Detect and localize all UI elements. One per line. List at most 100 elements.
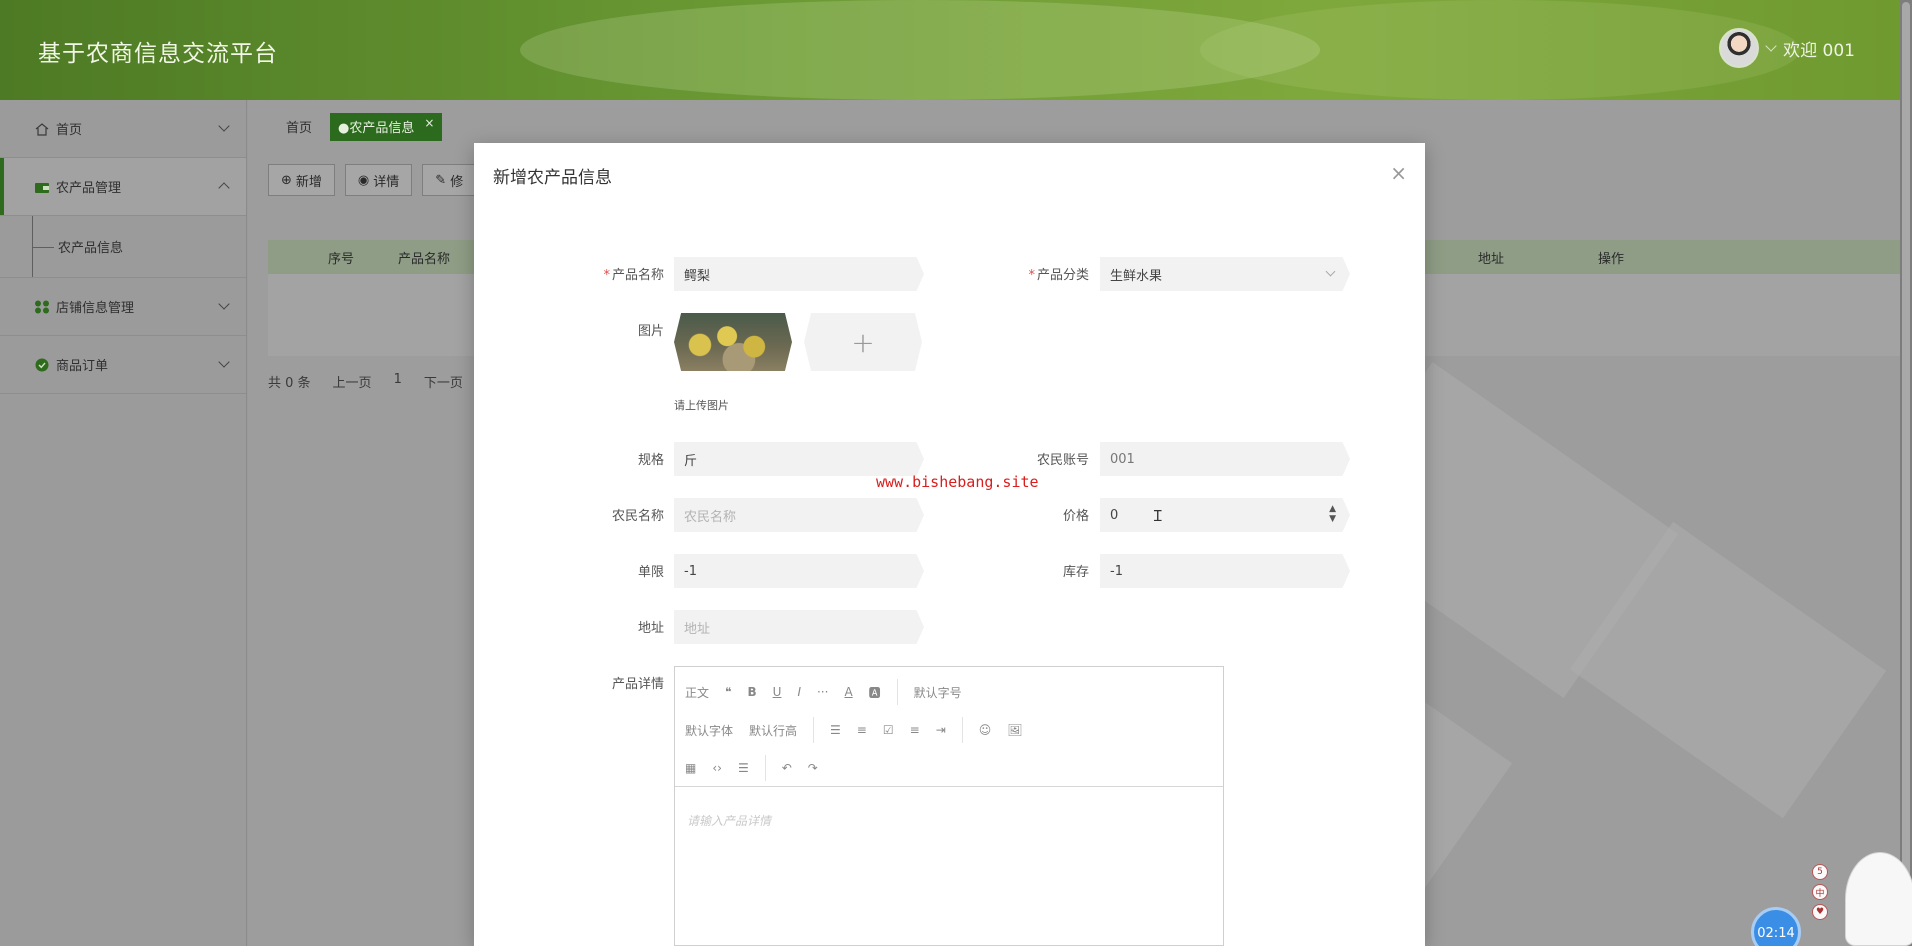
number-stepper[interactable]: ▲ ▼ — [1329, 504, 1336, 524]
sidebar-item-label: 农产品管理 — [56, 181, 122, 196]
grid-icon — [35, 300, 49, 313]
address-input[interactable]: 地址 — [674, 610, 924, 644]
widget-language-icon[interactable]: 中 — [1812, 884, 1828, 900]
sidebar-item-product-info[interactable]: 农产品信息 — [0, 216, 246, 278]
widget-heart-icon[interactable]: ♥ — [1812, 904, 1828, 920]
chevron-down-icon — [218, 298, 230, 310]
add-button[interactable]: ⊕ 新增 — [268, 164, 335, 196]
numbered-list-icon[interactable]: ≡ — [857, 723, 867, 737]
label-text: 产品名称 — [611, 268, 664, 283]
farmer-name-input[interactable]: 农民名称 — [674, 498, 924, 532]
divider-line-icon[interactable]: ☰ — [738, 761, 749, 775]
italic-icon[interactable]: I — [797, 685, 801, 699]
column-header[interactable]: 操作 — [1598, 248, 1624, 267]
price-input[interactable]: 0 Ｉ ▲ ▼ — [1100, 498, 1350, 532]
app-title: 基于农商信息交流平台 — [38, 41, 278, 67]
product-name-input[interactable]: 鳄梨 — [674, 257, 924, 291]
sidebar-item-label: 店铺信息管理 — [56, 301, 135, 316]
toolbar-divider — [764, 755, 766, 781]
table-icon[interactable]: ▦ — [685, 761, 696, 775]
total-count: 共 0 条 — [268, 376, 311, 391]
indent-icon[interactable]: ⇥ — [936, 723, 946, 737]
sidebar-item-products[interactable]: 农产品管理 — [0, 158, 246, 216]
background-color-icon[interactable]: 🅰 — [869, 684, 881, 701]
edit-button-label: 修 — [450, 174, 464, 190]
code-icon[interactable]: ‹› — [712, 761, 722, 775]
text-cursor-icon: Ｉ — [1150, 506, 1166, 525]
column-header[interactable]: 产品名称 — [398, 248, 450, 267]
scrollbar-thumb[interactable] — [1902, 2, 1910, 922]
top-header: 基于农商信息交流平台 欢迎 001 — [0, 0, 1900, 100]
uploaded-image-thumbnail[interactable] — [674, 313, 792, 371]
widget-number-icon[interactable]: 5 — [1812, 864, 1828, 880]
redo-icon[interactable]: ↷ — [808, 761, 818, 775]
home-icon — [35, 122, 49, 136]
field-label-spec: 规格 — [637, 453, 664, 468]
prev-page-button[interactable]: 上一页 — [333, 372, 372, 391]
field-label-farmer-account: 农民账号 — [1036, 453, 1089, 468]
avatar[interactable] — [1719, 28, 1760, 68]
bold-icon[interactable]: B — [747, 685, 756, 699]
add-product-dialog: 新增农产品信息 × * 产品名称 鳄梨 * 产品分类 生鲜水果 图片 + 请上传图片… — [474, 143, 1425, 946]
mascot-widget[interactable] — [1845, 852, 1912, 946]
editor-toolbar: 正文 ❝ B U I ··· A 🅰 默认字号 默认字体 默认行高 ☰ ≡ ☑ … — [675, 667, 1223, 787]
sidebar-item-orders[interactable]: 商品订单 — [0, 336, 246, 394]
tab-home[interactable]: 首页 — [278, 112, 320, 141]
upload-image-button[interactable]: + — [804, 313, 922, 371]
sidebar-item-home[interactable]: 首页 — [0, 100, 246, 158]
column-header[interactable]: 序号 — [328, 248, 354, 267]
field-label-price: 价格 — [1062, 509, 1089, 524]
rich-text-editor[interactable]: 正文 ❝ B U I ··· A 🅰 默认字号 默认字体 默认行高 ☰ ≡ ☑ … — [674, 666, 1224, 946]
tab-product-info[interactable]: ●农产品信息 × — [330, 112, 443, 141]
more-icon[interactable]: ··· — [817, 685, 828, 699]
detail-button[interactable]: ◉ 详情 — [344, 164, 413, 196]
field-label-category: * 产品分类 — [999, 264, 1089, 283]
todo-list-icon[interactable]: ☑ — [883, 723, 894, 737]
page-number[interactable]: 1 — [394, 372, 402, 391]
emoji-icon[interactable]: ☺ — [979, 723, 992, 737]
underline-icon[interactable]: U — [773, 685, 782, 699]
plus-circle-icon: ⊕ — [281, 172, 292, 188]
sidebar-item-label: 商品订单 — [56, 359, 109, 374]
align-icon[interactable]: ≡ — [910, 723, 920, 737]
spec-input[interactable]: 斤 — [674, 442, 924, 476]
sidebar-item-shops[interactable]: 店铺信息管理 — [0, 278, 246, 336]
edit-button[interactable]: ✎ 修 — [422, 164, 477, 196]
welcome-text: 欢迎 001 — [1783, 40, 1855, 61]
wallet-icon — [35, 182, 49, 193]
upload-hint: 请上传图片 — [674, 399, 729, 412]
tab-bar: 首页 ●农产品信息 × — [278, 112, 443, 141]
tab-close-icon[interactable]: × — [424, 116, 434, 130]
editor-placeholder: 请输入产品详情 — [687, 814, 772, 828]
toolbar: ⊕ 新增 ◉ 详情 ✎ 修 — [268, 164, 477, 196]
header-decoration — [1200, 0, 1800, 100]
bullet-list-icon[interactable]: ☰ — [830, 723, 841, 737]
line-height-dropdown[interactable]: 默认行高 — [749, 722, 797, 739]
category-select[interactable]: 生鲜水果 — [1100, 257, 1350, 291]
undo-icon[interactable]: ↶ — [782, 761, 792, 775]
edit-icon: ✎ — [435, 172, 447, 188]
page-scrollbar[interactable] — [1900, 0, 1912, 946]
farmer-account-input[interactable]: 001 — [1100, 442, 1350, 476]
field-label-farmer-name: 农民名称 — [611, 509, 664, 524]
check-circle-icon — [35, 358, 49, 371]
quote-icon[interactable]: ❝ — [725, 685, 731, 699]
watermark: www.bishebang.site — [876, 473, 1039, 491]
chevron-down-icon[interactable] — [1765, 40, 1777, 52]
sidebar: 首页 农产品管理 农产品信息 店铺信息管理 商品订单 — [0, 100, 247, 946]
font-size-dropdown[interactable]: 默认字号 — [914, 684, 962, 701]
add-button-label: 新增 — [295, 174, 322, 190]
close-icon[interactable]: × — [1390, 161, 1407, 185]
user-menu[interactable]: 欢迎 001 — [1719, 28, 1855, 68]
image-icon[interactable]: 🖼 — [1007, 723, 1022, 737]
column-header[interactable]: 地址 — [1478, 248, 1504, 267]
floating-widget-icons: 5 中 ♥ — [1812, 864, 1828, 920]
stock-input[interactable]: -1 — [1100, 554, 1350, 588]
limit-input[interactable]: -1 — [674, 554, 924, 588]
next-page-button[interactable]: 下一页 — [424, 372, 463, 391]
font-family-dropdown[interactable]: 默认字体 — [685, 722, 733, 739]
font-color-icon[interactable]: A — [844, 685, 852, 699]
paragraph-format-dropdown[interactable]: 正文 — [685, 684, 709, 701]
field-label-detail: 产品详情 — [611, 677, 664, 692]
chevron-up-icon — [218, 182, 230, 194]
